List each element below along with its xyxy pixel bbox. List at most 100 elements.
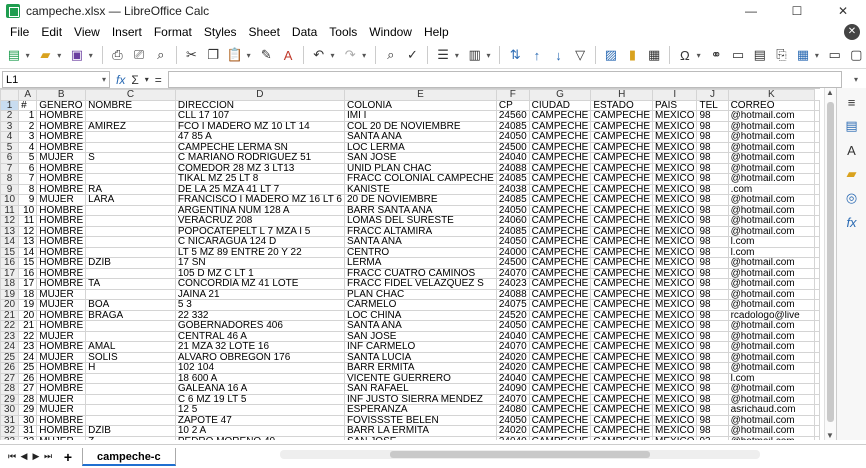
cell[interactable]: ESPERANZA	[343, 404, 497, 416]
cell[interactable]	[85, 414, 176, 426]
cell[interactable]: MEXICO	[652, 162, 698, 174]
cell[interactable]: SAN JOSE	[343, 330, 497, 342]
cell[interactable]: GALEANA 16 A	[174, 383, 345, 395]
cell[interactable]: 24050	[495, 204, 530, 216]
cell[interactable]: CAMPECHE	[528, 393, 592, 405]
cell[interactable]	[814, 425, 820, 437]
cell[interactable]: CAMPECHE	[590, 414, 654, 426]
cell[interactable]	[85, 141, 176, 153]
redo-icon[interactable]: ↷	[340, 45, 360, 65]
cell[interactable]: 98	[696, 351, 729, 363]
cell[interactable]: 24050	[495, 320, 530, 332]
cell[interactable]: MEXICO	[652, 288, 698, 300]
cell[interactable]: HOMBRE	[36, 131, 87, 143]
cell[interactable]: ZAPOTE 47	[174, 414, 345, 426]
functions-icon[interactable]: fx	[841, 212, 863, 232]
cell[interactable]: FRACC ALTAMIRA	[343, 225, 497, 237]
headers-footers-icon[interactable]: ▤	[750, 45, 770, 65]
cell[interactable]: @hotmail.com	[727, 215, 816, 227]
row-header[interactable]: 27	[0, 372, 20, 384]
cell[interactable]: CAMPECHE	[590, 288, 654, 300]
column-dropdown-icon[interactable]: ▾	[486, 51, 494, 60]
column-header[interactable]: D	[174, 89, 345, 101]
cell[interactable]: HOMBRE	[36, 173, 87, 185]
cell[interactable]: FOVISSSTE BELEN	[343, 414, 497, 426]
gallery-icon[interactable]: ▰	[841, 164, 863, 184]
cell[interactable]: MEXICO	[652, 267, 698, 279]
menu-styles[interactable]: Styles	[198, 22, 243, 42]
cell[interactable]: 10 2 A	[174, 425, 345, 437]
cell[interactable]: CAMPECHE	[528, 162, 592, 174]
cell[interactable]	[814, 246, 820, 258]
cell[interactable]: @hotmail.com	[727, 425, 816, 437]
cell[interactable]: 24080	[495, 404, 530, 416]
cell[interactable]: 24500	[495, 141, 530, 153]
cell[interactable]: 24560	[495, 110, 530, 122]
cell[interactable]: VERACRUZ 208	[174, 215, 345, 227]
cell[interactable]: FRACC COLONIAL CAMPECHE	[343, 173, 497, 185]
cell[interactable]: 24075	[495, 299, 530, 311]
cell[interactable]: 11	[18, 215, 38, 227]
spreadsheet-grid[interactable]: A B C D E F G H I J K 1 # GENERO NOMBRE DIRE…	[0, 88, 820, 440]
cell[interactable]: 24023	[495, 278, 530, 290]
cell[interactable]: GOBERNADORES 406	[174, 320, 345, 332]
column-header[interactable]: B	[36, 89, 87, 101]
cell[interactable]: DZIB	[85, 257, 176, 269]
cell[interactable]: HOMBRE	[36, 341, 87, 353]
cell[interactable]: CORREO	[727, 99, 816, 111]
cell[interactable]: CAMPECHE	[590, 341, 654, 353]
horizontal-scroll-thumb[interactable]	[390, 451, 650, 458]
cell[interactable]: @hotmail.com	[727, 173, 816, 185]
cell[interactable]: CAMPECHE	[528, 246, 592, 258]
cell[interactable]: CAMPECHE	[528, 299, 592, 311]
cell[interactable]: CAMPECHE	[590, 393, 654, 405]
cell[interactable]	[85, 404, 176, 416]
export-pdf-icon[interactable]: ⎙	[108, 45, 128, 65]
row-header[interactable]: 7	[0, 162, 20, 174]
cell[interactable]: LARA	[85, 194, 176, 206]
cell[interactable]: CAMPECHE	[528, 215, 592, 227]
row-header[interactable]: 14	[0, 236, 20, 248]
cell[interactable]: CAMPECHE	[590, 404, 654, 416]
first-sheet-icon[interactable]: ⏮	[6, 451, 18, 462]
cell[interactable]: MUJER	[36, 351, 87, 363]
scroll-down-icon[interactable]: ▼	[826, 431, 834, 440]
cell[interactable]: MEXICO	[652, 383, 698, 395]
cell[interactable]: CAMPECHE	[528, 257, 592, 269]
column-header[interactable]: A	[18, 89, 38, 101]
cell[interactable]: 1	[18, 110, 38, 122]
cell[interactable]: 23	[18, 341, 38, 353]
cell[interactable]: 98	[696, 257, 729, 269]
cell[interactable]: MEXICO	[652, 351, 698, 363]
cell[interactable]: HOMBRE	[36, 215, 87, 227]
cell[interactable]: MEXICO	[652, 425, 698, 437]
cell[interactable]: HOMBRE	[36, 309, 87, 321]
cell[interactable]	[814, 299, 820, 311]
cell[interactable]: 9	[18, 194, 38, 206]
cell[interactable]	[85, 215, 176, 227]
cell[interactable]: 12	[18, 225, 38, 237]
cell[interactable]: 98	[696, 152, 729, 164]
cell[interactable]: 98	[696, 267, 729, 279]
cell[interactable]: .com	[727, 183, 816, 195]
cell[interactable]: HOMBRE	[36, 225, 87, 237]
cell[interactable]: BRAGA	[85, 309, 176, 321]
cell[interactable]: @hotmail.com	[727, 267, 816, 279]
cell[interactable]: CAMPECHE	[528, 194, 592, 206]
split-window-icon[interactable]: ▭	[825, 45, 845, 65]
cell[interactable]: HOMBRE	[36, 257, 87, 269]
cell[interactable]: CAMPECHE	[590, 372, 654, 384]
select-all-corner[interactable]	[0, 89, 20, 101]
undo-dropdown-icon[interactable]: ▾	[331, 51, 339, 60]
cell[interactable]: 98	[696, 330, 729, 342]
cell[interactable]: TEL	[696, 99, 729, 111]
cell[interactable]: 98	[696, 204, 729, 216]
cell[interactable]	[814, 288, 820, 300]
sidebar-menu-icon[interactable]: ≡	[841, 92, 863, 112]
cell[interactable]: CAMPECHE	[590, 183, 654, 195]
define-print-area-icon[interactable]: ⎘	[772, 45, 792, 65]
cell[interactable]: MUJER	[36, 393, 87, 405]
redo-dropdown-icon[interactable]: ▾	[362, 51, 370, 60]
close-document-icon[interactable]: ✕	[844, 24, 860, 40]
column-header[interactable]: K	[727, 89, 816, 101]
